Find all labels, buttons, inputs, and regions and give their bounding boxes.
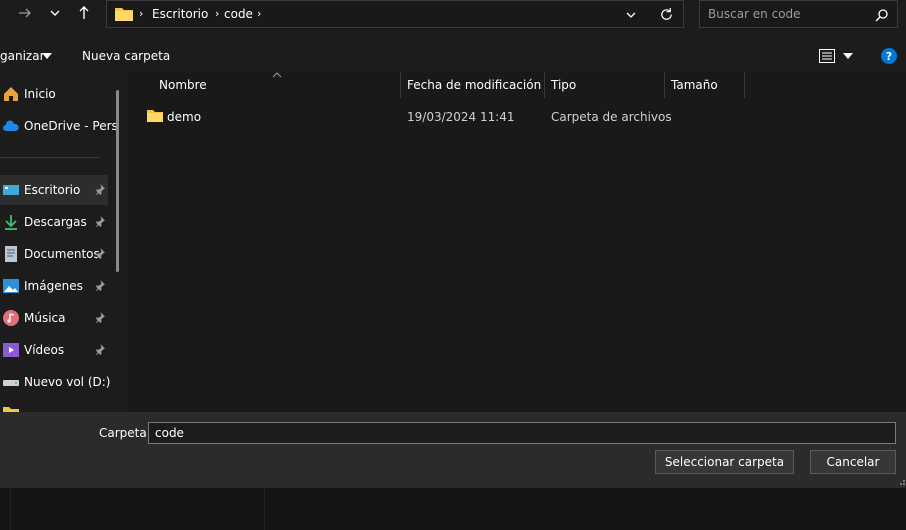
arrow-right-icon	[19, 8, 31, 18]
sidebar-item-label: Vídeos	[24, 343, 65, 357]
sidebar-item-label: Música	[24, 311, 66, 325]
breadcrumb-separator-icon: ›	[139, 7, 144, 20]
folder-icon	[115, 8, 133, 21]
chevron-down-icon[interactable]	[625, 9, 637, 21]
breadcrumb-escritorio[interactable]: Escritorio	[152, 7, 208, 21]
dialog-footer: Carpeta: code Seleccionar carpeta Cancel…	[0, 412, 906, 488]
search-icon[interactable]	[875, 8, 889, 22]
select-folder-button[interactable]: Seleccionar carpeta	[655, 450, 794, 474]
recent-locations-button[interactable]	[42, 0, 68, 26]
folder-name-input[interactable]: code	[148, 422, 896, 444]
sidebar-item-documentos[interactable]: Documentos	[0, 239, 108, 269]
folder-label: Carpeta:	[99, 426, 151, 440]
sidebar-item-label: Descargas	[24, 215, 87, 229]
caret-down-icon[interactable]	[843, 53, 853, 59]
home-icon	[4, 87, 18, 101]
pictures-icon	[3, 279, 19, 293]
folder-icon	[147, 110, 163, 122]
videos-icon	[3, 343, 19, 357]
svg-text:?: ?	[886, 50, 892, 63]
drive-icon	[3, 380, 19, 386]
forward-button[interactable]	[12, 0, 38, 26]
sidebar-item-escritorio[interactable]: Escritorio	[0, 175, 108, 205]
sidebar-item-label: Nuevo vol (D:)	[24, 375, 111, 389]
column-divider[interactable]	[400, 72, 401, 98]
help-icon[interactable]: ?	[881, 48, 897, 64]
sidebar-item-label: Escritorio	[24, 183, 81, 197]
pin-icon[interactable]	[94, 184, 105, 195]
column-divider[interactable]	[544, 72, 545, 98]
sidebar-item-videos[interactable]: Vídeos	[0, 335, 108, 365]
caret-down-icon	[42, 53, 52, 59]
cancel-button[interactable]: Cancelar	[810, 450, 896, 474]
music-icon	[3, 310, 19, 326]
column-header-size[interactable]: Tamaño	[671, 78, 718, 92]
sidebar-item-label: Documentos	[24, 247, 100, 261]
column-divider[interactable]	[744, 72, 745, 98]
command-bar: ganizar Nueva carpeta ?	[0, 40, 906, 72]
sidebar-item-musica[interactable]: Música	[0, 303, 108, 333]
new-folder-button[interactable]: Nueva carpeta	[82, 49, 170, 63]
view-options-icon[interactable]	[819, 49, 835, 63]
breadcrumb-code[interactable]: code	[224, 7, 253, 21]
search-box[interactable]: Buscar en code	[699, 0, 898, 28]
sidebar-item-label: Inicio	[24, 87, 56, 101]
navigation-pane: Inicio OneDrive - Perso Escritorio Desca…	[0, 72, 118, 412]
document-icon	[5, 246, 17, 262]
pin-icon[interactable]	[94, 344, 105, 355]
sidebar-item-label: Imágenes	[24, 279, 83, 293]
sidebar-item-inicio[interactable]: Inicio	[0, 79, 108, 109]
sidebar-item-label: OneDrive - Perso	[24, 119, 118, 133]
column-divider[interactable]	[664, 72, 665, 98]
sidebar-item-nuevo-vol[interactable]: Nuevo vol (D:)	[0, 367, 111, 397]
pin-icon[interactable]	[94, 280, 105, 291]
column-header-modified[interactable]: Fecha de modificación	[407, 78, 541, 92]
sidebar-divider	[0, 157, 100, 158]
file-list: Nombre Fecha de modificación Tipo Tamaño…	[128, 72, 906, 412]
sidebar-item-descargas[interactable]: Descargas	[0, 207, 108, 237]
pin-icon[interactable]	[94, 312, 105, 323]
file-type: Carpeta de archivos	[551, 110, 672, 124]
sidebar-scrollbar[interactable]	[116, 90, 119, 272]
column-header-name[interactable]: Nombre	[159, 78, 207, 92]
sidebar-item-imagenes[interactable]: Imágenes	[0, 271, 108, 301]
onedrive-cloud-icon	[3, 120, 19, 131]
arrow-up-icon	[79, 6, 89, 19]
refresh-icon[interactable]	[659, 7, 674, 22]
background-window	[0, 488, 906, 530]
file-name: demo	[167, 110, 202, 124]
address-bar[interactable]: › Escritorio › code ›	[106, 0, 684, 28]
organize-button[interactable]: ganizar	[0, 49, 45, 63]
file-modified: 19/03/2024 11:41	[407, 110, 515, 124]
sidebar-item-onedrive[interactable]: OneDrive - Perso	[0, 111, 118, 141]
desktop-icon	[3, 185, 19, 195]
column-header-type[interactable]: Tipo	[551, 78, 576, 92]
resize-grip-icon[interactable]	[898, 478, 906, 486]
sort-ascending-icon	[272, 72, 282, 78]
search-input[interactable]: Buscar en code	[708, 7, 801, 21]
breadcrumb-separator-icon: ›	[257, 7, 262, 20]
download-icon	[5, 215, 17, 230]
pin-icon[interactable]	[94, 216, 105, 227]
pin-icon[interactable]	[94, 248, 105, 259]
breadcrumb-separator-icon: ›	[215, 7, 220, 20]
up-button[interactable]	[71, 0, 97, 26]
table-row[interactable]: demo 19/03/2024 11:41 Carpeta de archivo…	[128, 104, 748, 128]
chevron-down-icon	[50, 10, 60, 16]
